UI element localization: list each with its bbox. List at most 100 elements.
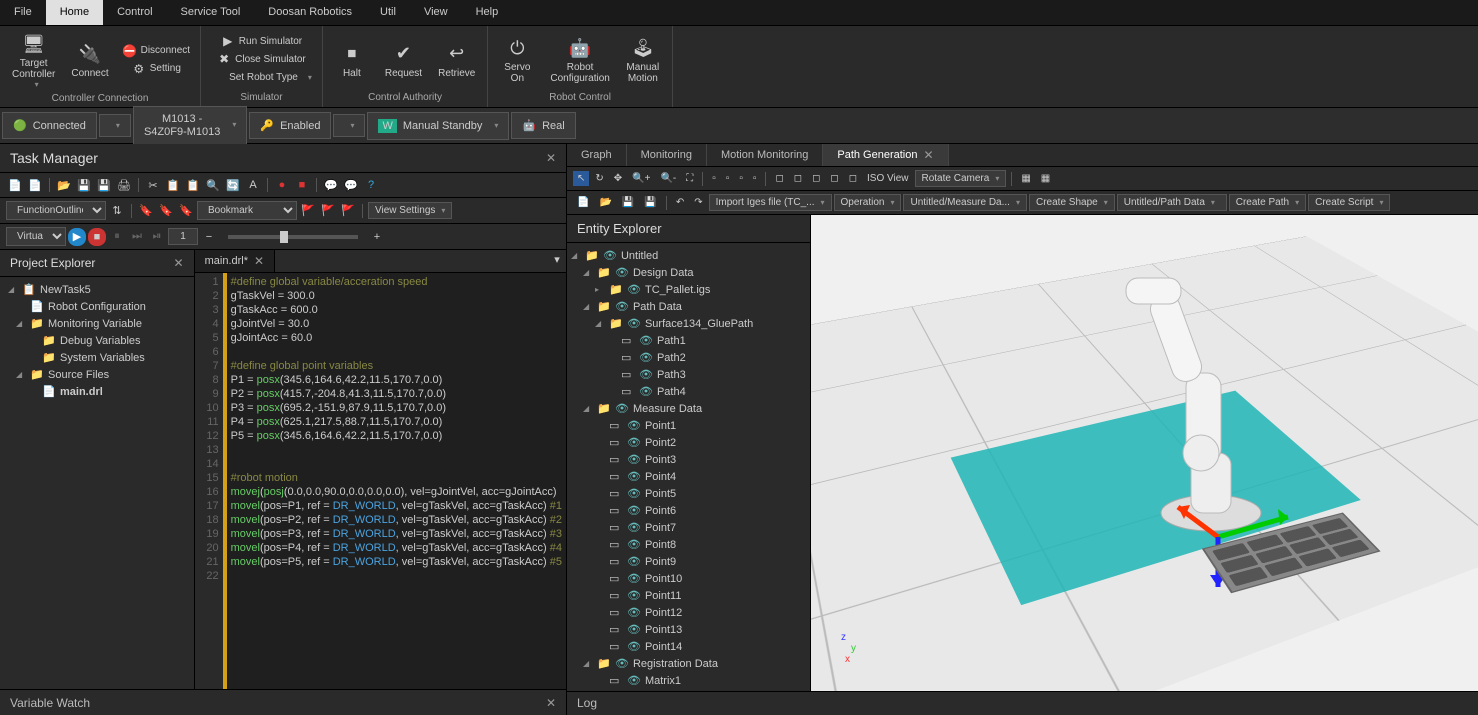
visibility-icon[interactable]: 👁 bbox=[639, 368, 653, 381]
tree-node[interactable]: ◢📁Source Files bbox=[4, 366, 190, 383]
flag2-icon[interactable]: 🚩 bbox=[319, 202, 337, 220]
visibility-icon[interactable]: 👁 bbox=[627, 504, 641, 517]
enabled-dropdown[interactable] bbox=[333, 114, 365, 137]
cursor-icon[interactable]: ↖ bbox=[573, 171, 589, 186]
enabled-status[interactable]: 🔑Enabled bbox=[249, 112, 331, 139]
visibility-icon[interactable]: 👁 bbox=[627, 623, 641, 636]
robot-config[interactable]: 🤖RobotConfiguration bbox=[544, 32, 615, 86]
request[interactable]: ✔Request bbox=[379, 38, 428, 81]
visibility-icon[interactable]: 👁 bbox=[615, 657, 629, 670]
save-all-icon[interactable]: 💾 bbox=[95, 176, 113, 194]
v2-icon[interactable]: ▫ bbox=[722, 171, 734, 186]
visibility-icon[interactable]: 👁 bbox=[627, 674, 641, 687]
visibility-icon[interactable]: 👁 bbox=[627, 555, 641, 568]
zoom-out-icon[interactable]: 🔍- bbox=[656, 171, 680, 186]
tab-path-generation[interactable]: Path Generation ✕ bbox=[823, 144, 948, 166]
entity-node[interactable]: ◢📁👁 Path Data bbox=[571, 298, 806, 315]
visibility-icon[interactable]: 👁 bbox=[639, 351, 653, 364]
visibility-icon[interactable]: 👁 bbox=[603, 249, 617, 262]
v3-icon[interactable]: ▫ bbox=[735, 171, 747, 186]
visibility-icon[interactable]: 👁 bbox=[627, 283, 641, 296]
visibility-icon[interactable]: 👁 bbox=[627, 317, 641, 330]
stop-record-icon[interactable]: ■ bbox=[293, 176, 311, 194]
v4-icon[interactable]: ▫ bbox=[749, 171, 761, 186]
disconnect[interactable]: ⛔Disconnect bbox=[119, 42, 194, 60]
visibility-icon[interactable]: 👁 bbox=[639, 385, 653, 398]
entity-node[interactable]: ▭👁 Point4 bbox=[571, 468, 806, 485]
robot-model[interactable]: M1013 - S4Z0F9-M1013 bbox=[133, 106, 247, 144]
entity-node[interactable]: ◢📁👁 Surface134_GluePath bbox=[571, 315, 806, 332]
tree-node[interactable]: 📁System Variables bbox=[4, 349, 190, 366]
entity-node[interactable]: ▭👁 Point3 bbox=[571, 451, 806, 468]
pt-saveas-icon[interactable]: 💾 bbox=[640, 195, 660, 210]
font-icon[interactable]: A bbox=[244, 176, 262, 194]
record-icon[interactable]: ● bbox=[273, 176, 291, 194]
entity-node[interactable]: ▭👁 Point8 bbox=[571, 536, 806, 553]
tree-node[interactable]: 📄main.drl bbox=[4, 383, 190, 400]
visibility-icon[interactable]: 👁 bbox=[615, 266, 629, 279]
real-mode[interactable]: 🤖Real bbox=[511, 112, 575, 139]
visibility-icon[interactable]: 👁 bbox=[627, 606, 641, 619]
entity-node[interactable]: ▭👁 Path4 bbox=[571, 383, 806, 400]
halt[interactable]: ⏹Halt bbox=[329, 38, 375, 81]
tab-dropdown-icon[interactable]: ▾ bbox=[548, 250, 566, 268]
close-icon[interactable]: ✕ bbox=[924, 148, 934, 162]
entity-node[interactable]: ▭👁 Path2 bbox=[571, 349, 806, 366]
virtual-select[interactable]: Virtual bbox=[6, 227, 66, 246]
manual-standby[interactable]: WManual Standby bbox=[367, 112, 509, 140]
tree-node[interactable]: 📁Debug Variables bbox=[4, 332, 190, 349]
close-simulator[interactable]: ✖Close Simulator bbox=[207, 50, 316, 68]
visibility-icon[interactable]: 👁 bbox=[627, 436, 641, 449]
run-simulator[interactable]: ▶Run Simulator bbox=[207, 32, 316, 50]
entity-node[interactable]: ▭👁 Point9 bbox=[571, 553, 806, 570]
3d-viewport[interactable]: zyx bbox=[811, 215, 1478, 691]
entity-node[interactable]: ▭👁 Point12 bbox=[571, 604, 806, 621]
bm1-icon[interactable]: 🔖 bbox=[137, 202, 155, 220]
visibility-icon[interactable]: 👁 bbox=[627, 589, 641, 602]
editor-tab-main[interactable]: main.drl*✕ bbox=[195, 250, 275, 272]
visibility-icon[interactable]: 👁 bbox=[627, 453, 641, 466]
manual-motion[interactable]: 🕹ManualMotion bbox=[620, 32, 666, 86]
tree-node[interactable]: 📄Robot Configuration bbox=[4, 298, 190, 315]
speed-slider[interactable] bbox=[228, 235, 358, 239]
entity-node[interactable]: ◢📁👁 Design Data bbox=[571, 264, 806, 281]
tab-graph[interactable]: Graph bbox=[567, 144, 627, 166]
menu-view[interactable]: View bbox=[410, 0, 462, 25]
create-script[interactable]: Create Script bbox=[1308, 194, 1390, 211]
entity-node[interactable]: ▭👁 Point6 bbox=[571, 502, 806, 519]
view-settings[interactable]: View Settings bbox=[368, 202, 452, 219]
help-icon[interactable]: ? bbox=[362, 176, 380, 194]
v5-icon[interactable]: ◻ bbox=[771, 171, 787, 186]
menu-home[interactable]: Home bbox=[46, 0, 103, 25]
save-icon[interactable]: 💾 bbox=[75, 176, 93, 194]
set-robot-type[interactable]: Set Robot Type bbox=[207, 68, 316, 86]
create-path[interactable]: Create Path bbox=[1229, 194, 1306, 211]
entity-node[interactable]: ◢📁👁 Untitled bbox=[571, 247, 806, 264]
new-file-icon[interactable]: 📄 bbox=[6, 176, 24, 194]
entity-node[interactable]: ▭👁 Point10 bbox=[571, 570, 806, 587]
copy-icon[interactable]: 📋 bbox=[164, 176, 182, 194]
rotate-camera[interactable]: Rotate Camera bbox=[915, 170, 1007, 187]
path-data-select[interactable]: Untitled/Path Data bbox=[1117, 194, 1227, 211]
visibility-icon[interactable]: 👁 bbox=[627, 419, 641, 432]
create-shape[interactable]: Create Shape bbox=[1029, 194, 1115, 211]
paste-icon[interactable]: 📋 bbox=[184, 176, 202, 194]
chat2-icon[interactable]: 💬 bbox=[342, 176, 360, 194]
visibility-icon[interactable]: 👁 bbox=[627, 572, 641, 585]
tree-root[interactable]: ◢📋NewTask5 bbox=[4, 281, 190, 298]
entity-node[interactable]: ▸📁👁 TC_Pallet.igs bbox=[571, 281, 806, 298]
entity-node[interactable]: ▭👁 Path1 bbox=[571, 332, 806, 349]
servo-on[interactable]: ⏻ServoOn bbox=[494, 32, 540, 86]
step2-icon[interactable]: ⏯ bbox=[148, 228, 166, 246]
menu-control[interactable]: Control bbox=[103, 0, 166, 25]
tab-monitoring[interactable]: Monitoring bbox=[627, 144, 707, 166]
step-icon[interactable]: ⏭ bbox=[128, 228, 146, 246]
pan-icon[interactable]: ✥ bbox=[610, 171, 626, 186]
entity-node[interactable]: ▭👁 Point14 bbox=[571, 638, 806, 655]
code-area[interactable]: 12345678910111213141516171819202122 #def… bbox=[195, 273, 566, 689]
visibility-icon[interactable]: 👁 bbox=[639, 334, 653, 347]
visibility-icon[interactable]: 👁 bbox=[615, 402, 629, 415]
replace-icon[interactable]: 🔄 bbox=[224, 176, 242, 194]
entity-node[interactable]: ◢📁👁 Measure Data bbox=[571, 400, 806, 417]
bm3-icon[interactable]: 🔖 bbox=[177, 202, 195, 220]
